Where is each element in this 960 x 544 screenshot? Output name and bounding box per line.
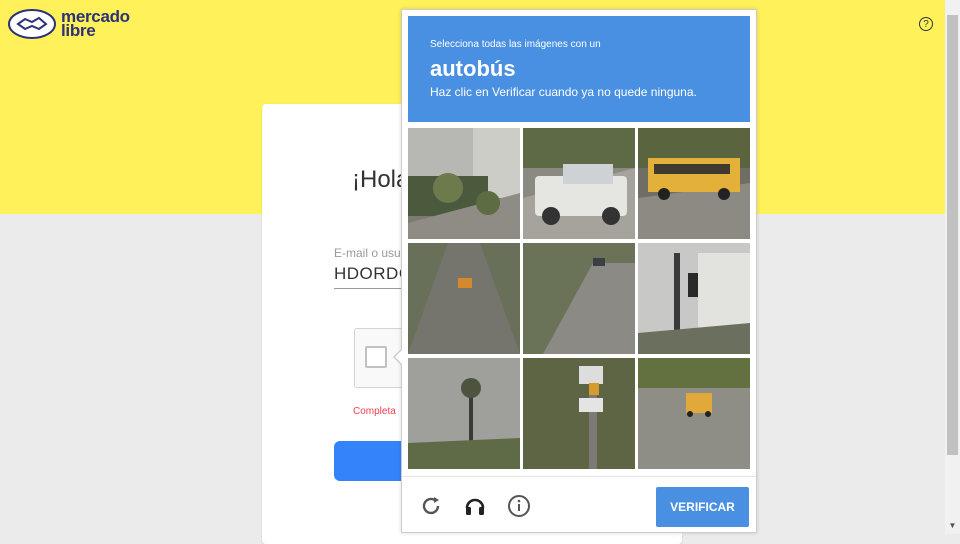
brand-name: mercado libre — [61, 8, 130, 40]
help-icon[interactable]: ? — [919, 17, 933, 31]
recaptcha-checkbox[interactable] — [365, 346, 387, 368]
reload-icon[interactable] — [418, 493, 444, 519]
mercadolibre-logo[interactable]: mercado libre — [8, 8, 130, 40]
captcha-tile-3[interactable] — [638, 128, 750, 239]
captcha-target-word: autobús — [430, 56, 516, 81]
captcha-tile-7[interactable] — [408, 358, 520, 469]
scroll-down-icon[interactable]: ▼ — [945, 520, 960, 532]
captcha-tile-8[interactable] — [523, 358, 635, 469]
captcha-tile-9[interactable] — [638, 358, 750, 469]
headphones-icon[interactable] — [462, 493, 488, 519]
captcha-image-grid — [408, 128, 750, 470]
captcha-tile-6[interactable] — [638, 243, 750, 354]
scrollbar-thumb[interactable] — [947, 15, 958, 455]
email-label: E-mail o usu — [334, 246, 401, 260]
captcha-instruction-sub: Haz clic en Verificar cuando ya no quede… — [430, 85, 697, 99]
captcha-header: Selecciona todas las imágenes con un aut… — [408, 16, 750, 122]
captcha-instruction: Selecciona todas las imágenes con un — [430, 39, 601, 50]
captcha-tile-2[interactable] — [523, 128, 635, 239]
info-icon[interactable] — [506, 493, 532, 519]
verify-button[interactable]: VERIFICAR — [656, 487, 749, 527]
captcha-pointer — [393, 348, 403, 366]
scrollbar[interactable]: ▼ — [945, 0, 960, 534]
error-message: Completa — [353, 406, 396, 417]
brand-line2: libre — [61, 21, 96, 40]
captcha-footer: VERIFICAR — [402, 476, 756, 533]
captcha-challenge: Selecciona todas las imágenes con un aut… — [393, 9, 757, 533]
captcha-tile-1[interactable] — [408, 128, 520, 239]
captcha-tile-4[interactable] — [408, 243, 520, 354]
handshake-icon — [8, 9, 56, 39]
captcha-tile-5[interactable] — [523, 243, 635, 354]
